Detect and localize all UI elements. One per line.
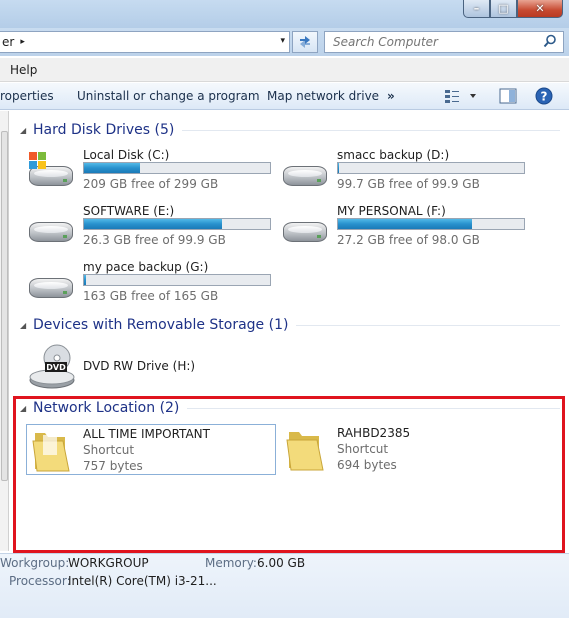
system-properties-button[interactable]: roperties: [0, 89, 54, 103]
drive-free-space: 163 GB free of 165 GB: [83, 289, 219, 303]
group-title: Network Location (2): [33, 400, 180, 416]
hard-drive-icon: [27, 268, 75, 304]
hard-drive-icon: [281, 212, 329, 248]
group-title: Hard Disk Drives (5): [33, 122, 175, 138]
search-icon[interactable]: [543, 34, 557, 48]
close-button[interactable]: ✕: [517, 0, 563, 18]
folder-shortcut-icon: [286, 432, 324, 471]
collapse-triangle-icon[interactable]: ◢: [20, 404, 33, 413]
drive-usage-bar: [83, 218, 271, 230]
drive-name: SOFTWARE (E:): [83, 204, 175, 218]
drive-usage-bar: [83, 162, 271, 174]
item-type: Shortcut: [337, 442, 389, 456]
drive-free-space: 99.7 GB free of 99.9 GB: [337, 177, 480, 191]
dvd-drive-icon: DVD: [27, 344, 75, 389]
svg-text:?: ?: [541, 90, 548, 104]
group-divider: [182, 129, 560, 131]
item-size: 757 bytes: [83, 459, 143, 473]
drive-usage-fill: [84, 275, 87, 285]
drive-free-space: 209 GB free of 299 GB: [83, 177, 219, 191]
menu-help[interactable]: Help: [0, 63, 47, 77]
group-hard-disk-drives[interactable]: ◢ Hard Disk Drives (5): [20, 122, 560, 138]
hard-drive-icon: [281, 156, 329, 192]
item-size: 694 bytes: [337, 458, 397, 472]
drive-name: Local Disk (C:): [83, 148, 170, 162]
folder-shortcut-icon: [32, 433, 70, 472]
refresh-icon: [300, 36, 310, 48]
drive-usage-bar: [83, 274, 271, 286]
search-input[interactable]: [333, 35, 543, 49]
title-bar: – □ ✕: [0, 0, 569, 28]
minimize-button[interactable]: –: [463, 0, 490, 18]
processor-value: Intel(R) Core(TM) i3-21...: [68, 574, 217, 588]
item-type: Shortcut: [83, 443, 135, 457]
uninstall-program-button[interactable]: Uninstall or change a program: [77, 89, 260, 103]
drive-usage-fill: [338, 219, 472, 229]
collapse-triangle-icon[interactable]: ◢: [20, 321, 33, 330]
workgroup-value: WORKGROUP: [68, 556, 149, 570]
drive-item-g[interactable]: my pace backup (G:) 163 GB free of 165 G…: [27, 260, 277, 306]
help-button[interactable]: ?: [535, 87, 553, 105]
preview-pane-button[interactable]: [499, 87, 517, 105]
drive-item-dvd[interactable]: DVD DVD RW Drive (H:): [27, 344, 277, 390]
drive-usage-fill: [338, 163, 340, 173]
group-removable-storage[interactable]: ◢ Devices with Removable Storage (1): [20, 317, 560, 333]
item-name: ALL TIME IMPORTANT: [83, 427, 210, 441]
address-bar[interactable]: er ▸ ▾: [0, 31, 290, 53]
processor-label: Processor:: [9, 574, 71, 588]
dvd-badge: DVD: [46, 363, 66, 372]
hard-drive-icon: [27, 152, 75, 192]
help-icon: ?: [535, 87, 553, 105]
address-bar-row: er ▸ ▾: [0, 28, 569, 56]
maximize-button[interactable]: □: [490, 0, 517, 18]
drive-usage-fill: [84, 219, 222, 229]
more-commands-button[interactable]: »: [387, 89, 395, 103]
drive-item-f[interactable]: MY PERSONAL (F:) 27.2 GB free of 98.0 GB: [281, 204, 531, 250]
minimize-icon: –: [473, 2, 480, 15]
hard-drive-icon: [27, 212, 75, 248]
breadcrumb-computer[interactable]: er: [0, 35, 14, 49]
drive-usage-bar: [337, 218, 525, 230]
drive-free-space: 27.2 GB free of 98.0 GB: [337, 233, 480, 247]
workgroup-label: Workgroup:: [0, 556, 70, 570]
details-pane: Workgroup: WORKGROUP Memory: 6.00 GB Pro…: [0, 553, 569, 618]
map-network-drive-button[interactable]: Map network drive: [267, 89, 379, 103]
menu-bar: Help: [0, 58, 569, 82]
drive-item-c[interactable]: Local Disk (C:) 209 GB free of 299 GB: [27, 148, 277, 194]
group-network-location[interactable]: ◢ Network Location (2): [20, 400, 560, 416]
close-icon: ✕: [535, 2, 545, 15]
drive-name: my pace backup (G:): [83, 260, 209, 274]
change-view-button[interactable]: [444, 87, 480, 105]
drive-item-d[interactable]: smacc backup (D:) 99.7 GB free of 99.9 G…: [281, 148, 531, 194]
drive-name: DVD RW Drive (H:): [83, 359, 196, 373]
search-box[interactable]: [324, 31, 564, 53]
drive-free-space: 26.3 GB free of 99.9 GB: [83, 233, 226, 247]
command-toolbar: roperties Uninstall or change a program …: [0, 83, 569, 110]
maximize-icon: □: [498, 2, 509, 15]
group-divider: [187, 407, 560, 409]
preview-pane-icon: [499, 88, 517, 104]
drive-usage-bar: [337, 162, 525, 174]
address-dropdown-icon[interactable]: ▾: [280, 36, 285, 46]
drive-name: MY PERSONAL (F:): [337, 204, 446, 218]
drive-usage-fill: [84, 163, 140, 173]
windows-logo-icon: [29, 152, 47, 170]
refresh-button[interactable]: [292, 31, 318, 53]
memory-value: 6.00 GB: [257, 556, 306, 570]
view-options-icon: [445, 90, 476, 103]
network-item-rahbd2385[interactable]: RAHBD2385 Shortcut 694 bytes: [281, 424, 531, 475]
scrollbar-thumb[interactable]: [1, 131, 8, 481]
group-title: Devices with Removable Storage (1): [33, 317, 289, 333]
group-divider: [296, 324, 560, 326]
network-item-all-time-important[interactable]: ALL TIME IMPORTANT Shortcut 757 bytes: [26, 424, 276, 475]
item-name: RAHBD2385: [337, 426, 411, 440]
memory-label: Memory:: [205, 556, 257, 570]
collapse-triangle-icon[interactable]: ◢: [20, 126, 33, 135]
navigation-scrollbar[interactable]: [0, 111, 9, 551]
drive-item-e[interactable]: SOFTWARE (E:) 26.3 GB free of 99.9 GB: [27, 204, 277, 250]
breadcrumb-arrow-icon[interactable]: ▸: [20, 37, 25, 47]
window-controls: – □ ✕: [463, 0, 563, 18]
drive-name: smacc backup (D:): [337, 148, 450, 162]
